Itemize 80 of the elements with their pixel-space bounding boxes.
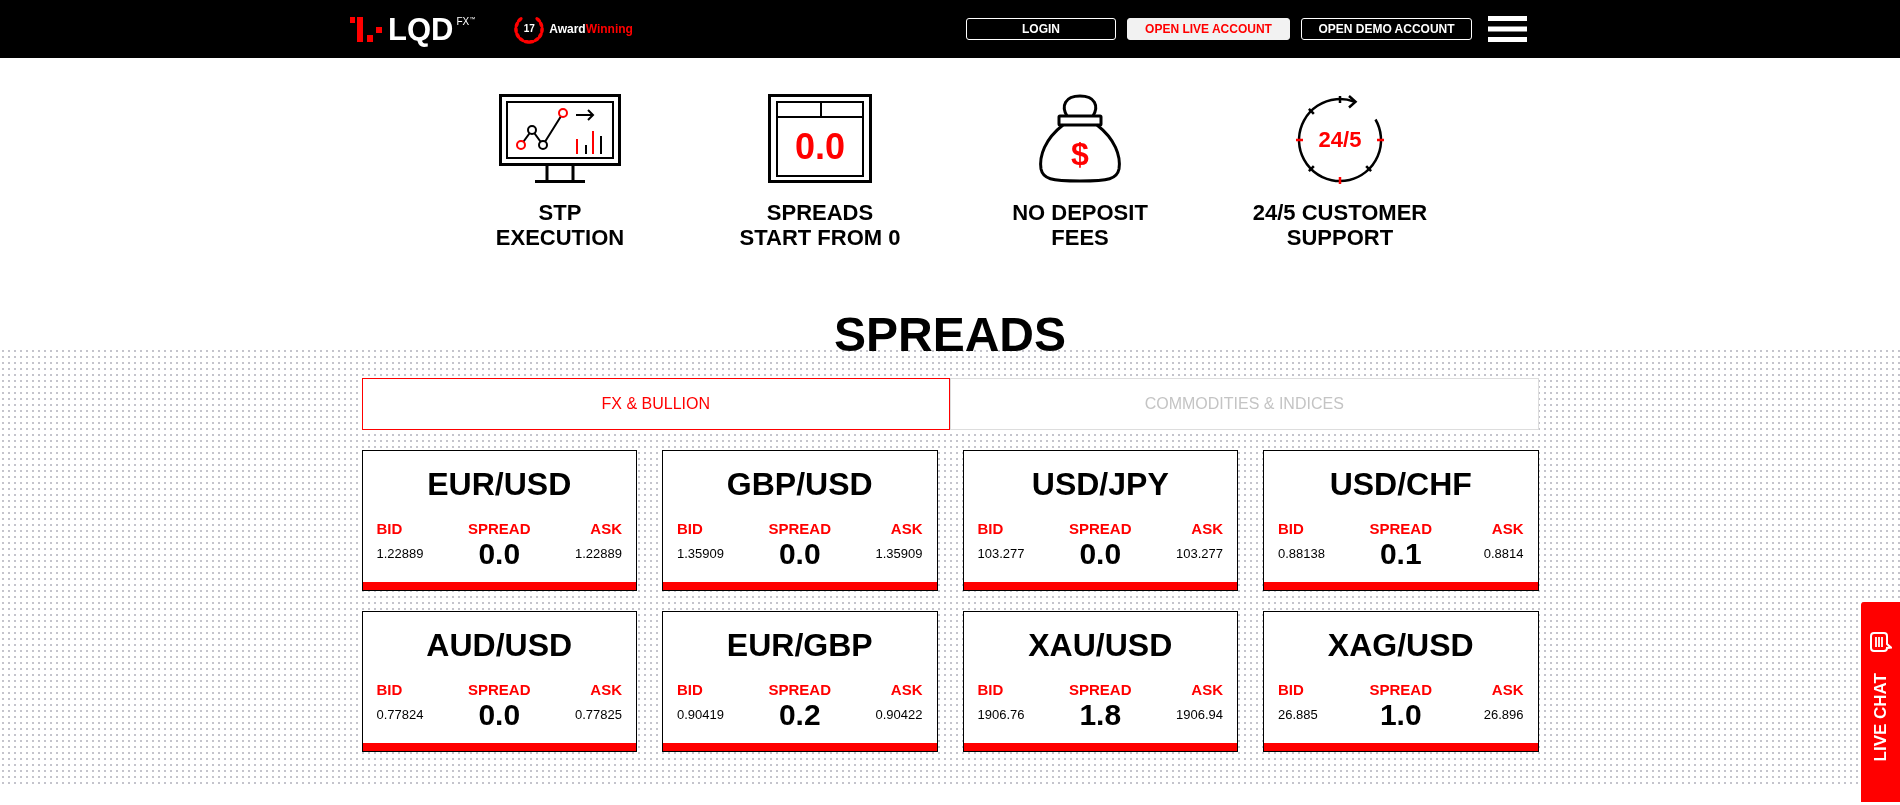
currency-pair: XAU/USD: [1027, 626, 1174, 663]
ask-value: 1.22889: [575, 546, 622, 562]
spread-value: 0.0: [778, 538, 821, 570]
ask-value: 1906.94: [1176, 707, 1223, 723]
bid-value: 1.22889: [376, 546, 424, 562]
price-board-icon: [768, 94, 872, 183]
bid-label: BID: [376, 681, 403, 699]
spread-label: SPREAD: [1369, 520, 1432, 538]
bid-value: 26.885: [1278, 707, 1318, 723]
spread-value: 1.0: [1379, 699, 1422, 731]
award-number: 17: [522, 23, 536, 35]
menu-icon[interactable]: [1488, 16, 1527, 42]
currency-pair: AUD/USD: [425, 626, 574, 663]
header-button[interactable]: OPEN LIVE ACCOUNT: [1127, 18, 1290, 40]
bid-label: BID: [977, 681, 1004, 699]
bid-label: BID: [376, 520, 403, 538]
spread-value: 1.8: [1079, 699, 1122, 731]
spread-label: SPREAD: [768, 681, 831, 699]
ask-value: 0.77825: [575, 707, 622, 723]
clock-icon: [1294, 92, 1386, 185]
spread-value: 0.0: [478, 538, 521, 570]
currency-pair: EUR/GBP: [725, 626, 874, 663]
award-text: AwardWinning: [549, 23, 633, 35]
header-button[interactable]: OPEN DEMO ACCOUNT: [1301, 18, 1472, 40]
ask-label: ASK: [1491, 681, 1524, 699]
currency-pair: XAG/USD: [1326, 626, 1475, 663]
feature-title: STP EXECUTION: [495, 200, 625, 250]
bid-label: BID: [677, 520, 703, 538]
spread-label: SPREAD: [768, 520, 831, 538]
chat-bubble-icon: [1869, 632, 1892, 652]
ask-label: ASK: [1191, 520, 1223, 538]
ask-value: 26.896: [1483, 707, 1524, 723]
logo-mark-icon: [350, 16, 382, 42]
live-chat-button[interactable]: LIVE CHAT: [1861, 602, 1900, 802]
ask-label: ASK: [590, 681, 622, 699]
bid-label: BID: [677, 681, 703, 699]
bid-value: 1906.76: [977, 707, 1025, 723]
spread-value: 0.0: [478, 699, 521, 731]
bid-value: 103.277: [977, 546, 1025, 562]
feature-title: NO DEPOSIT FEES: [1012, 200, 1148, 250]
bid-label: BID: [977, 520, 1004, 538]
spread-value: 0.1: [1379, 538, 1422, 570]
feature-title: SPREADS START FROM 0: [739, 200, 901, 250]
bid-value: 0.77824: [376, 707, 424, 723]
ask-value: 0.8814: [1483, 546, 1524, 562]
chart-monitor-icon: [499, 94, 621, 183]
ask-value: 103.277: [1176, 546, 1223, 562]
bid-label: BID: [1278, 681, 1304, 699]
currency-pair: USD/CHF: [1328, 465, 1473, 502]
spread-label: SPREAD: [468, 520, 531, 538]
currency-pair: USD/JPY: [1030, 465, 1170, 502]
ask-label: ASK: [890, 520, 923, 538]
ask-value: 0.90422: [875, 707, 923, 723]
header-button[interactable]: LOGIN: [966, 18, 1116, 40]
bid-value: 0.90419: [677, 707, 724, 723]
dollar-sign: $: [1070, 138, 1090, 170]
spread-value: 0.2: [778, 699, 821, 731]
spread-label: SPREAD: [1069, 681, 1132, 699]
currency-pair: EUR/USD: [426, 465, 573, 502]
board-value: 0.0: [793, 129, 846, 165]
ask-label: ASK: [1491, 520, 1524, 538]
ask-label: ASK: [890, 681, 923, 699]
clock-label: 24/5: [1317, 128, 1363, 151]
feature-title: 24/5 CUSTOMER SUPPORT: [1252, 200, 1428, 250]
section-heading: SPREADS: [833, 311, 1067, 359]
currency-pair: GBP/USD: [725, 465, 874, 502]
ask-label: ASK: [590, 520, 622, 538]
logo-text: LQD: [388, 13, 454, 45]
spread-label: SPREAD: [1369, 681, 1432, 699]
ask-label: ASK: [1191, 681, 1223, 699]
bid-value: 1.35909: [677, 546, 724, 562]
ask-value: 1.35909: [875, 546, 923, 562]
category-tab[interactable]: FX & BULLION: [361, 378, 950, 430]
logo-superscript: FX: [456, 17, 470, 27]
bid-value: 0.88138: [1278, 546, 1325, 562]
spread-label: SPREAD: [468, 681, 531, 699]
bid-label: BID: [1278, 520, 1304, 538]
spread-value: 0.0: [1079, 538, 1122, 570]
money-bag-icon: [1037, 94, 1123, 183]
spread-label: SPREAD: [1069, 520, 1132, 538]
